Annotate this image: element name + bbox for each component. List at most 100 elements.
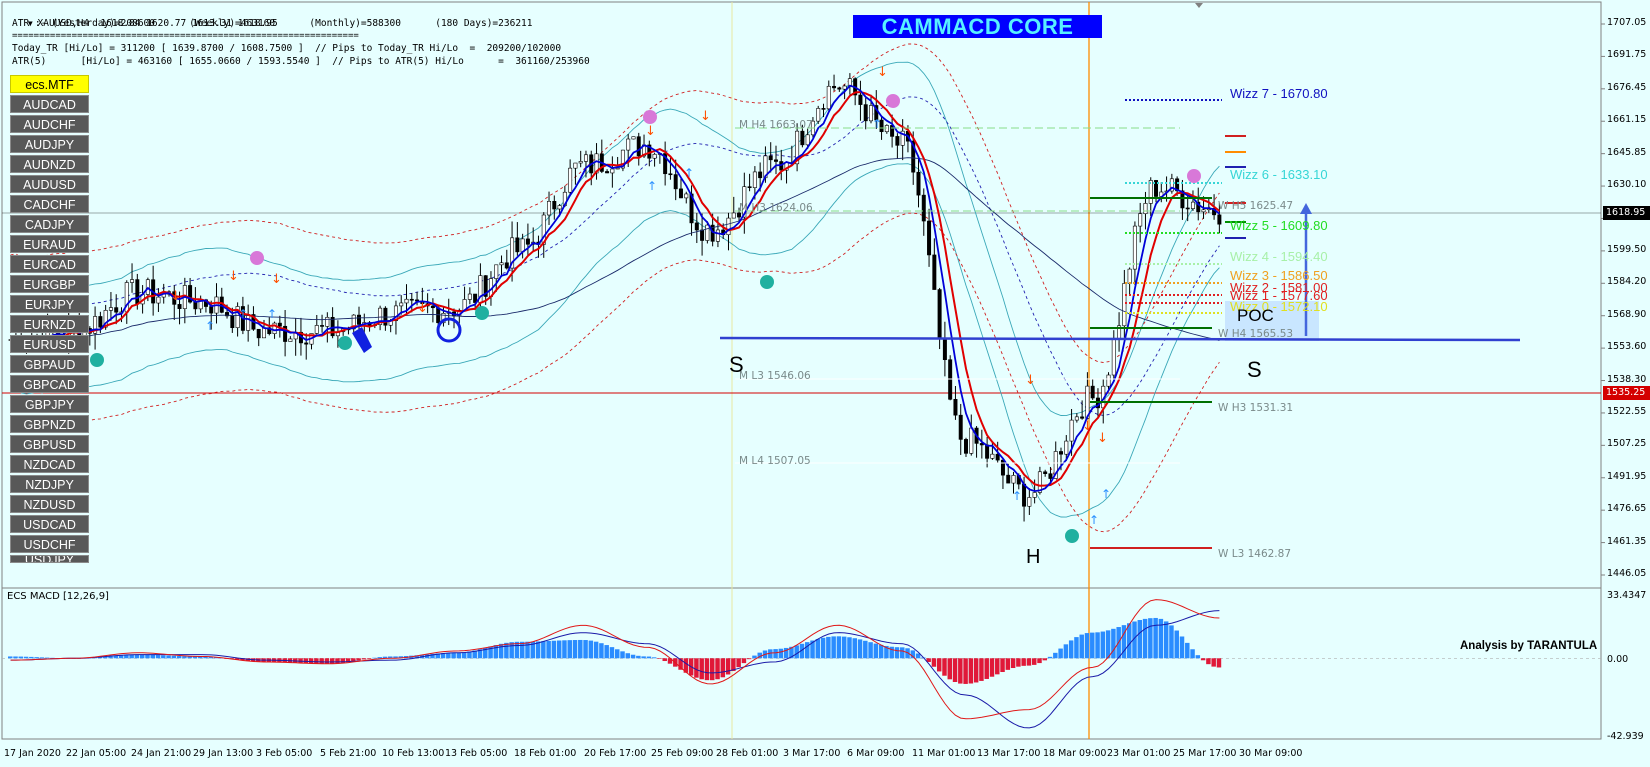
macd-histogram-bar (498, 643, 504, 659)
candle-body (1190, 201, 1195, 209)
symbol-button-audchf[interactable]: AUDCHF (10, 115, 89, 133)
candle-body (895, 136, 900, 146)
symbol-button-eurgbp[interactable]: EURGBP (10, 275, 89, 293)
symbol-button-audjpy[interactable]: AUDJPY (10, 135, 89, 153)
symbol-button-audnzd[interactable]: AUDNZD (10, 155, 89, 173)
macd-histogram-bar (910, 650, 916, 659)
sell-arrow: ↓ (271, 272, 282, 287)
macd-histogram-bar (1111, 628, 1116, 659)
candle-body (156, 296, 161, 304)
time-tick-label: 13 Feb 05:00 (445, 748, 508, 759)
candle-body (694, 222, 699, 231)
time-tick-label: 28 Feb 01:00 (716, 748, 779, 759)
price-tick-label: 1691.75 (1607, 49, 1647, 61)
symbol-button-audusd[interactable]: AUDUSD (10, 175, 89, 193)
bollinger-lower (10, 163, 1220, 518)
macd-histogram-bar (155, 655, 161, 659)
pink-dot (886, 94, 900, 108)
macd-histogram-bar (329, 658, 335, 664)
macd-histogram-bar (995, 658, 1000, 675)
envelope-mid (10, 96, 1220, 416)
candle-body (705, 224, 710, 241)
buy-arrow: ↑ (872, 117, 882, 131)
current-price-tag: 1618.95 (1603, 206, 1650, 220)
teal-dot (475, 306, 489, 320)
symbol-button-gbpjpy[interactable]: GBPJPY (10, 395, 89, 413)
macd-histogram-bar (609, 647, 615, 659)
candle-body (684, 193, 689, 199)
macd-histogram-bar (710, 658, 715, 681)
price-tick-label: 1522.55 (1607, 405, 1647, 417)
symbol-button-gbpusd[interactable]: GBPUSD (10, 435, 89, 453)
price-tick-label: 1538.30 (1607, 373, 1647, 385)
price-tick-label: 1461.35 (1607, 535, 1647, 547)
candle-body (409, 298, 414, 301)
candle-body (631, 136, 636, 140)
price-chart[interactable]: ↓↓ ↓↓↓↓↓↓↓↓↑↑ ↑↑↑↑↑↑↑ (0, 0, 1650, 767)
macd-histogram-bar (952, 658, 958, 682)
candle-body (932, 254, 937, 290)
macd-histogram-bar (29, 656, 34, 659)
symbol-button-gbpaud[interactable]: GBPAUD (10, 355, 89, 373)
symbol-button-gbpcad[interactable]: GBPCAD (10, 375, 89, 393)
macd-histogram-bar (715, 658, 720, 680)
candle-body (826, 85, 831, 110)
price-tick-label: 1507.25 (1607, 438, 1647, 450)
symbol-button-eurjpy[interactable]: EURJPY (10, 295, 89, 313)
macd-histogram-bar (657, 658, 662, 659)
price-tick-label: 1707.05 (1607, 17, 1647, 28)
symbol-button-eurusd[interactable]: EURUSD (10, 335, 89, 353)
price-tick-label: 1630.10 (1607, 179, 1647, 191)
symbol-button-nzdjpy[interactable]: NZDJPY (10, 475, 89, 493)
macd-histogram-bar (556, 640, 562, 659)
macd-histogram-bar (820, 637, 826, 659)
symbol-button-nzdcad[interactable]: NZDCAD (10, 455, 89, 473)
pink-dot (1187, 169, 1201, 183)
buy-arrow: ↑ (1089, 513, 1099, 527)
analysis-credit: Analysis by TARANTULA (1460, 640, 1598, 652)
sell-arrow: ↓ (877, 65, 888, 80)
symbol-button-gbpnzd[interactable]: GBPNZD (10, 415, 89, 433)
symbol-button-usdjpy[interactable]: USDJPY (10, 555, 89, 563)
time-tick-label: 22 Jan 05:00 (66, 748, 127, 759)
candle-body (573, 162, 578, 169)
symbol-button-cadjpy[interactable]: CADJPY (10, 215, 89, 233)
candle-body (262, 327, 266, 339)
macd-histogram-bar (588, 640, 594, 659)
symbol-button-cadchf[interactable]: CADCHF (10, 195, 89, 213)
macd-histogram-bar (794, 645, 799, 659)
macd-histogram-bar (171, 655, 177, 659)
candle-body (1000, 459, 1005, 476)
symbol-button-usdcad[interactable]: USDCAD (10, 515, 89, 533)
macd-histogram-bar (1021, 658, 1026, 666)
macd-histogram-bar (989, 658, 995, 677)
chart-window[interactable]: ↓ ↓ ↓ ↓ ↓ ↓ ↓ ↓ ↓ ↓ ↑ ↑ ↑ ↑ ↑ ↑ ↑ ↑ ↑ ▼ XAUUSD,H4 1618.84 … (0, 0, 1650, 767)
price-tick-label: 1491.95 (1607, 470, 1647, 482)
macd-histogram-bar (39, 657, 45, 659)
symbol-button-audcad[interactable]: AUDCAD (10, 95, 89, 113)
candle-body (1027, 497, 1032, 507)
candle-body (320, 325, 325, 327)
buy-arrow: ↑ (238, 307, 248, 321)
symbol-button-eurnzd[interactable]: EURNZD (10, 315, 89, 333)
symbol-button-eurcad[interactable]: EURCAD (10, 255, 89, 273)
candle-body (715, 229, 720, 242)
cammacd-banner: CAMMACD CORE (853, 15, 1102, 38)
symbol-button-usdchf[interactable]: USDCHF (10, 535, 89, 553)
macd-histogram-bar (1000, 658, 1005, 673)
macd-histogram-bar (504, 642, 509, 659)
pink-dot (643, 110, 657, 124)
candle-body (747, 186, 752, 188)
buy-arrow: ↑ (647, 179, 657, 193)
candle-body (964, 439, 968, 454)
symbol-button-active[interactable]: ecs.MTF (10, 75, 89, 93)
macd-histogram-bar (1142, 618, 1148, 659)
macd-histogram-bar (736, 658, 741, 668)
candle-body (768, 155, 773, 161)
candle-body (209, 306, 214, 314)
candle-body (1059, 451, 1064, 455)
candle-body (726, 217, 731, 236)
symbol-button-nzdusd[interactable]: NZDUSD (10, 495, 89, 513)
macd-histogram-bar (984, 658, 989, 679)
symbol-button-euraud[interactable]: EURAUD (10, 235, 89, 253)
